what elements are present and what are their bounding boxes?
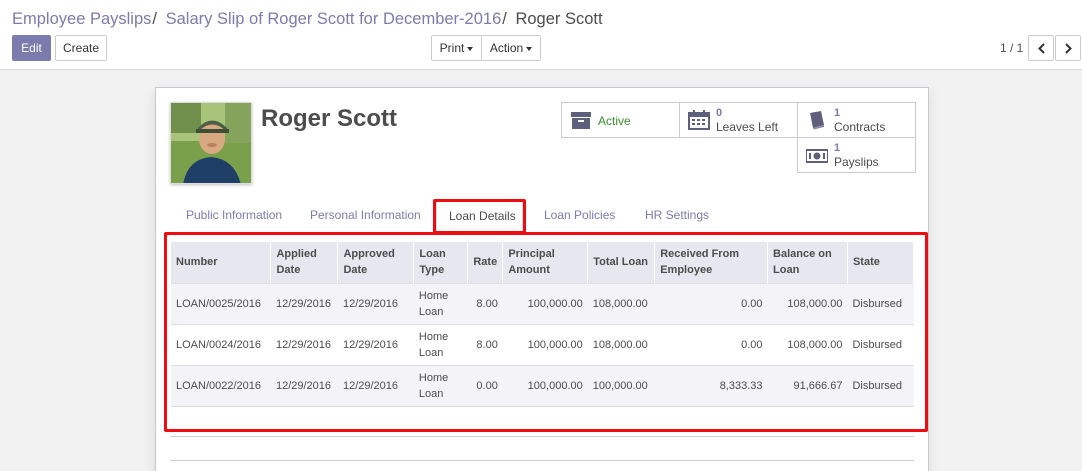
chevron-left-icon [1038, 43, 1045, 54]
column-state[interactable]: State [847, 242, 915, 283]
column-balance-on-loan[interactable]: Balance on Loan [767, 242, 848, 283]
contracts-count: 1 [834, 107, 841, 119]
money-icon [806, 149, 828, 163]
loan-type: Home Loan [413, 323, 468, 365]
tab-loan-details[interactable]: Loan Details [436, 200, 523, 233]
tab-public-information[interactable]: Public Information [186, 208, 282, 222]
form-sheet: Roger Scott Active 0 Leaves Left 1 Contr… [155, 87, 929, 471]
loan-type: Home Loan [413, 364, 468, 406]
payslips-button[interactable]: 1 Payslips [797, 137, 916, 173]
tab-personal-information[interactable]: Personal Information [310, 208, 421, 222]
loan-state: Disbursed [847, 323, 914, 365]
loan-approved-date: 12/29/2016 [337, 364, 414, 406]
employee-name: Roger Scott [261, 105, 398, 132]
edit-button[interactable]: Edit [12, 35, 51, 61]
leaves-label: Leaves Left [716, 120, 779, 134]
table-footer-cell [171, 405, 914, 428]
create-button[interactable]: Create [55, 35, 107, 61]
column-applied-date[interactable]: Applied Date [270, 242, 339, 283]
loan-state: Disbursed [847, 282, 914, 324]
contracts-button[interactable]: 1 Contracts [797, 102, 916, 138]
payslips-label: Payslips [834, 155, 879, 169]
tab-hr-settings[interactable]: HR Settings [645, 208, 709, 222]
divider [170, 436, 914, 437]
loan-type: Home Loan [413, 282, 468, 324]
table-row[interactable]: LOAN/0025/2016 12/29/2016 12/29/2016 Hom… [171, 282, 914, 324]
control-panel: Employee Payslips/ Salary Slip of Roger … [0, 0, 1082, 70]
loan-principal: 100,000.00 [502, 323, 588, 365]
loan-balance: 108,000.00 [767, 323, 848, 365]
loan-received: 8,333.33 [654, 364, 768, 406]
loan-total: 100,000.00 [587, 364, 655, 406]
loan-received: 0.00 [654, 323, 768, 365]
loan-state: Disbursed [847, 364, 914, 406]
pager-value[interactable]: 1 / 1 [1000, 41, 1023, 55]
loan-number: LOAN/0022/2016 [171, 364, 271, 406]
pager-previous-button[interactable] [1028, 35, 1054, 61]
leaves-left-button[interactable]: 0 Leaves Left [679, 102, 798, 138]
action-label: Action [489, 41, 524, 55]
tab-loan-policies[interactable]: Loan Policies [544, 208, 615, 222]
print-label: Print [439, 41, 465, 55]
payslips-count: 1 [834, 142, 841, 154]
caret-down-icon [467, 46, 474, 51]
active-label: Active [598, 114, 631, 128]
column-received-from-employee[interactable]: Received From Employee [654, 242, 769, 283]
loan-number: LOAN/0024/2016 [171, 323, 271, 365]
action-dropdown-button[interactable]: Action [481, 35, 541, 61]
loan-total: 108,000.00 [587, 282, 655, 324]
column-rate[interactable]: Rate [467, 242, 504, 283]
book-icon [810, 111, 824, 130]
loan-principal: 100,000.00 [502, 364, 588, 406]
loan-table: Number Applied Date Approved Date Loan T… [171, 242, 915, 428]
breadcrumb-current: Roger Scott [515, 10, 603, 28]
contracts-label: Contracts [834, 120, 886, 134]
loan-rate: 8.00 [467, 282, 503, 324]
column-total-loan[interactable]: Total Loan [587, 242, 656, 283]
divider [170, 460, 914, 461]
table-row[interactable]: LOAN/0022/2016 12/29/2016 12/29/2016 Hom… [171, 364, 914, 406]
table-header-row: Number Applied Date Approved Date Loan T… [171, 242, 915, 283]
column-principal-amount[interactable]: Principal Amount [502, 242, 589, 283]
loan-principal: 100,000.00 [502, 282, 588, 324]
column-loan-type[interactable]: Loan Type [413, 242, 469, 283]
table-footer-row [171, 405, 914, 428]
column-number[interactable]: Number [171, 242, 272, 283]
tab-bar: Public Information Personal Information … [170, 200, 914, 233]
loan-rate: 8.00 [467, 323, 503, 365]
loan-balance: 91,666.67 [767, 364, 848, 406]
breadcrumb-salary-slip[interactable]: Salary Slip of Roger Scott for December-… [166, 10, 502, 28]
print-dropdown-button[interactable]: Print [431, 35, 482, 61]
caret-down-icon [526, 46, 533, 51]
loan-approved-date: 12/29/2016 [337, 282, 414, 324]
pager-next-button[interactable] [1055, 35, 1081, 61]
calendar-icon [688, 110, 710, 130]
loan-applied-date: 12/29/2016 [270, 323, 338, 365]
loan-number: LOAN/0025/2016 [171, 282, 271, 324]
chevron-right-icon [1065, 43, 1072, 54]
employee-photo [171, 103, 251, 183]
leaves-count: 0 [716, 107, 723, 119]
column-approved-date[interactable]: Approved Date [337, 242, 415, 283]
breadcrumb: Employee Payslips/ Salary Slip of Roger … [12, 10, 603, 29]
loan-total: 108,000.00 [587, 323, 655, 365]
loan-approved-date: 12/29/2016 [337, 323, 414, 365]
loan-balance: 108,000.00 [767, 282, 848, 324]
breadcrumb-separator: / [502, 10, 507, 28]
employee-avatar[interactable] [170, 102, 252, 184]
table-row[interactable]: LOAN/0024/2016 12/29/2016 12/29/2016 Hom… [171, 323, 914, 365]
loan-received: 0.00 [654, 282, 768, 324]
breadcrumb-separator: / [152, 10, 157, 28]
breadcrumb-employee-payslips[interactable]: Employee Payslips [12, 10, 151, 28]
loan-applied-date: 12/29/2016 [270, 364, 338, 406]
loan-rate: 0.00 [467, 364, 503, 406]
archive-icon [571, 112, 591, 129]
active-toggle-button[interactable]: Active [561, 102, 680, 138]
loan-applied-date: 12/29/2016 [270, 282, 338, 324]
